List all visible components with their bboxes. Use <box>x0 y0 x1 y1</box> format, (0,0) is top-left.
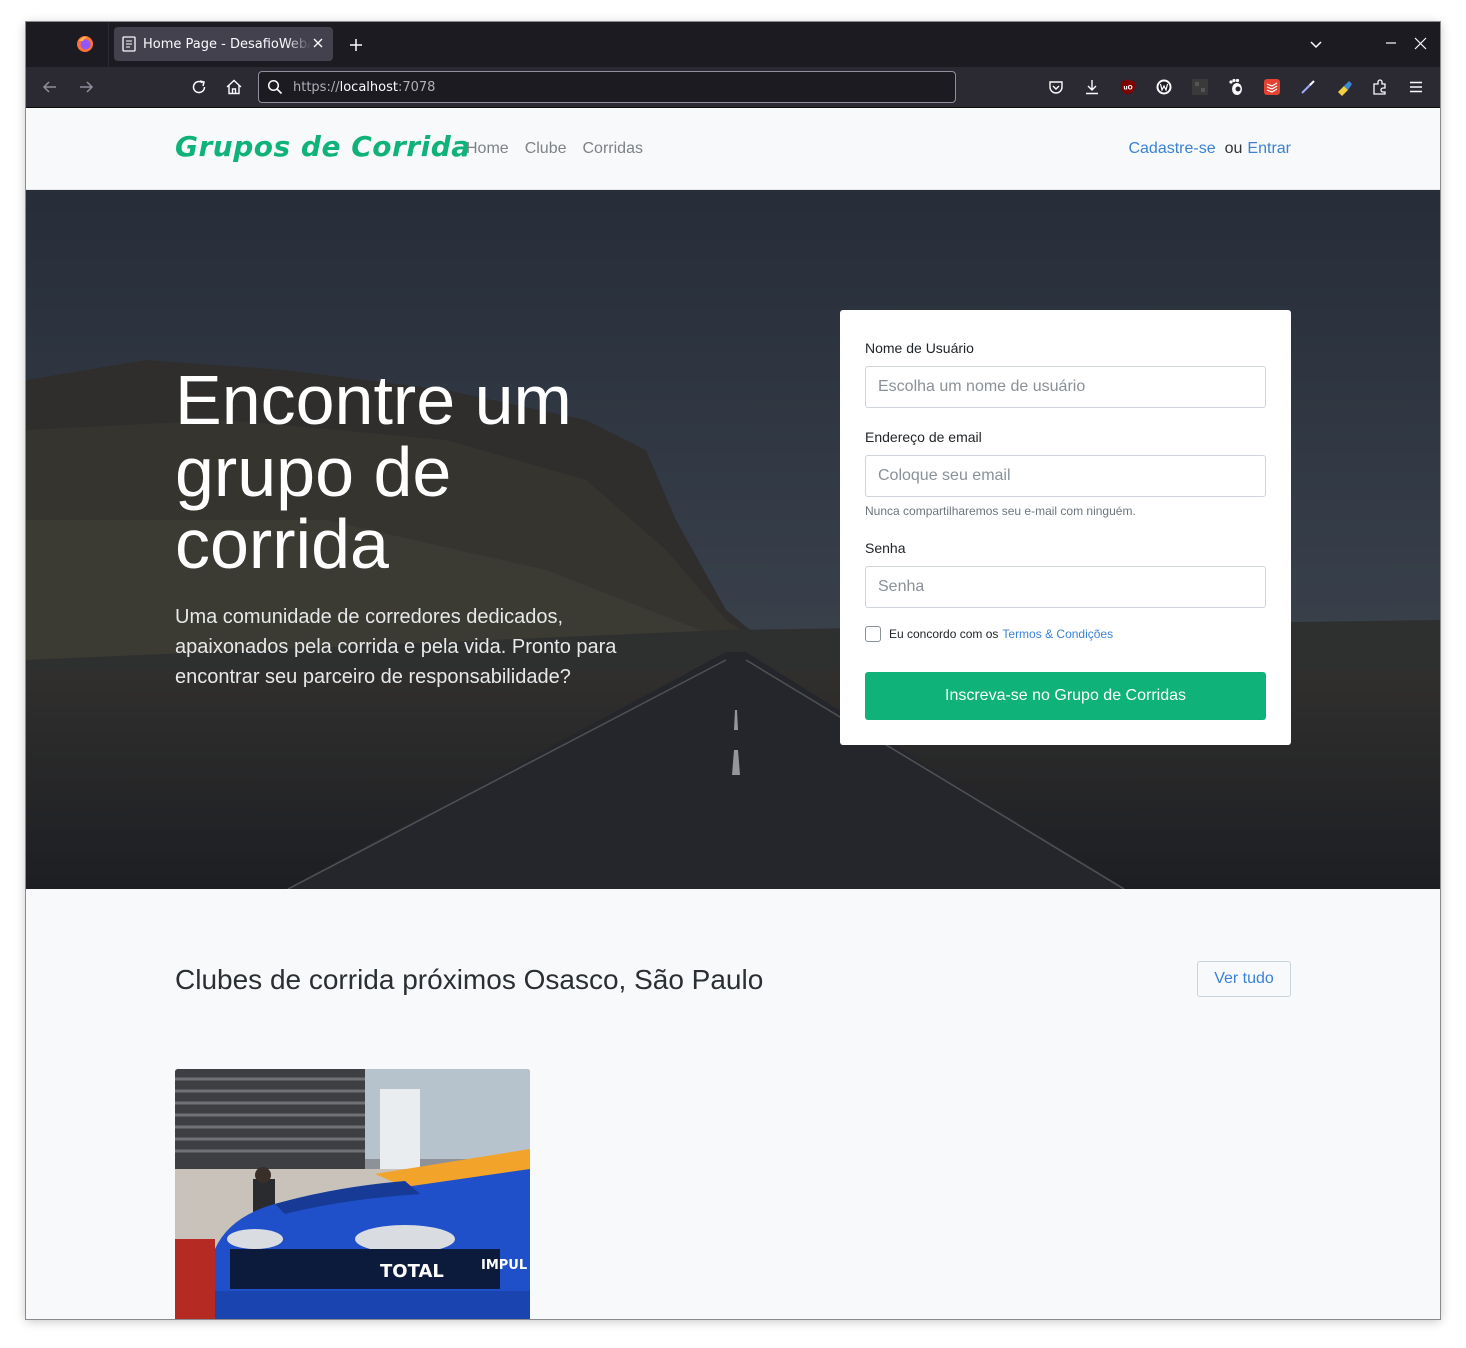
close-tab-icon[interactable] <box>311 36 325 50</box>
clubs-section-title: Clubes de corrida próximos Osasco, São P… <box>175 964 764 995</box>
window-close-icon[interactable] <box>1414 37 1427 50</box>
wappalyzer-icon[interactable] <box>1155 78 1173 96</box>
tab-title: Home Page - DesafioWebApp <box>143 36 311 52</box>
home-icon[interactable] <box>225 78 243 96</box>
url-host: localhost <box>339 79 398 95</box>
pocket-icon[interactable] <box>1047 78 1065 96</box>
hero-subtitle: Uma comunidade de corredores dedicados, … <box>175 606 617 688</box>
page-icon <box>122 36 136 52</box>
signup-form-card: Nome de Usuário Endereço de email Nunca … <box>840 310 1291 745</box>
terms-checkbox[interactable] <box>865 626 881 642</box>
back-arrow-icon[interactable] <box>41 78 59 96</box>
tab-separator <box>108 22 109 67</box>
password-input[interactable] <box>865 566 1266 608</box>
car-text-total: TOTAL <box>380 1261 444 1282</box>
minimize-icon[interactable] <box>1384 36 1398 50</box>
email-input[interactable] <box>865 455 1266 497</box>
gnome-icon[interactable] <box>1227 78 1245 96</box>
signup-link[interactable]: Cadastre-se <box>1128 140 1215 158</box>
url-scheme: https:// <box>293 79 340 95</box>
nav-clube[interactable]: Clube <box>525 140 567 158</box>
see-all-button[interactable]: Ver tudo <box>1197 961 1291 997</box>
car-text-impul: IMPUL <box>481 1258 527 1273</box>
password-label: Senha <box>865 540 906 556</box>
browser-window: Home Page - DesafioWebApp <box>26 22 1440 1319</box>
extension-icon[interactable] <box>1191 78 1209 96</box>
hero-section: Encontre um grupo de corrida Uma comunid… <box>26 190 1440 889</box>
club-card-image[interactable]: TOTAL IMPUL <box>175 1069 530 1319</box>
download-icon[interactable] <box>1083 78 1101 96</box>
username-input[interactable] <box>865 366 1266 408</box>
brand-logo[interactable]: Grupos de Corrida <box>175 130 471 163</box>
nav-home[interactable]: Home <box>466 140 509 158</box>
site-header: Grupos de Corrida Home Clube Corridas Ca… <box>26 108 1440 190</box>
color-picker-icon[interactable] <box>1299 78 1317 96</box>
terms-link[interactable]: Termos & Condições <box>1002 627 1113 641</box>
username-label: Nome de Usuário <box>865 340 974 356</box>
chevron-down-icon[interactable] <box>1308 36 1324 52</box>
login-link[interactable]: Entrar <box>1247 140 1291 158</box>
address-bar[interactable]: https://localhost:7078 <box>258 71 956 103</box>
extensions-puzzle-icon[interactable] <box>1371 78 1389 96</box>
tab-home-page[interactable]: Home Page - DesafioWebApp <box>114 27 333 61</box>
ublock-icon[interactable]: uO <box>1119 78 1137 96</box>
main-nav: Home Clube Corridas <box>466 140 643 158</box>
svg-text:uO: uO <box>1123 85 1132 92</box>
race-car-image: TOTAL IMPUL <box>175 1069 530 1319</box>
new-tab-icon[interactable] <box>346 35 366 55</box>
auth-links: Cadastre-se ou Entrar <box>1128 140 1291 158</box>
todoist-icon[interactable] <box>1263 78 1281 96</box>
signup-submit-button[interactable]: Inscreva-se no Grupo de Corridas <box>865 672 1266 720</box>
email-help-text: Nunca compartilharemos seu e-mail com ni… <box>865 504 1136 518</box>
nav-corridas[interactable]: Corridas <box>583 140 643 158</box>
terms-row: Eu concordo com os Termos & Condições <box>865 626 1113 642</box>
tab-bar: Home Page - DesafioWebApp <box>26 22 1440 67</box>
reload-icon[interactable] <box>190 78 208 96</box>
or-text: ou <box>1224 140 1243 157</box>
firefox-icon[interactable] <box>76 35 94 53</box>
terms-text: Eu concordo com os <box>889 627 999 641</box>
hamburger-menu-icon[interactable] <box>1407 78 1425 96</box>
hero-title: Encontre um grupo de corrida <box>175 361 572 583</box>
browser-toolbar: https://localhost:7078 uO <box>26 67 1440 108</box>
forward-arrow-icon[interactable] <box>77 78 95 96</box>
email-label: Endereço de email <box>865 429 982 445</box>
search-icon <box>267 79 283 95</box>
highlighter-icon[interactable] <box>1335 78 1353 96</box>
url-port: :7078 <box>397 79 436 95</box>
